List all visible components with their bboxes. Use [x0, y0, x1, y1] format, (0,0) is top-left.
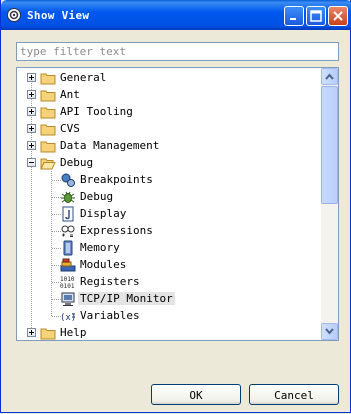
tree-item-debug[interactable]: Debug: [17, 188, 322, 205]
ok-button[interactable]: OK: [151, 384, 241, 405]
variables-icon: (x): [60, 313, 76, 323]
tree-item-label: General: [60, 71, 107, 84]
maximize-button[interactable]: [306, 6, 326, 26]
vertical-scrollbar[interactable]: [321, 68, 338, 340]
breakpoints-icon: [61, 173, 75, 187]
tree-item-debug-folder[interactable]: Debug: [17, 154, 322, 171]
show-view-dialog: Show View General: [0, 0, 351, 413]
expand-toggle[interactable]: [27, 90, 36, 99]
expand-toggle[interactable]: [27, 107, 36, 116]
tree-item-cvs[interactable]: CVS: [17, 120, 322, 137]
view-tree[interactable]: General Ant API Tooling CVS Data Managem…: [16, 67, 339, 341]
tree-item-label: Debug: [60, 156, 94, 169]
tree-item-label: Breakpoints: [80, 173, 153, 186]
gear-icon: [7, 8, 21, 22]
tree-item-data-management[interactable]: Data Management: [17, 137, 322, 154]
expand-toggle[interactable]: [27, 73, 36, 82]
collapse-toggle[interactable]: [27, 158, 36, 167]
filter-input[interactable]: [17, 43, 338, 60]
modules-icon: [60, 258, 76, 272]
tree-item-label: TCP/IP Monitor: [78, 292, 175, 305]
close-icon: [333, 11, 343, 21]
tree-item-label: API Tooling: [60, 105, 133, 118]
tree-item-label: Data Management: [60, 139, 160, 152]
tree-item-expressions[interactable]: Expressions: [17, 222, 322, 239]
tree-item-label: Memory: [80, 241, 120, 254]
tree-item-memory[interactable]: Memory: [17, 239, 322, 256]
svg-text:1010: 1010: [60, 276, 75, 283]
window-title: Show View: [27, 9, 90, 22]
registers-icon: 10100101: [60, 276, 75, 290]
expand-toggle[interactable]: [27, 328, 36, 337]
monitor-icon: [61, 292, 75, 306]
folder-icon: [40, 328, 56, 340]
chevron-down-icon: [325, 328, 334, 335]
tree-item-modules[interactable]: Modules: [17, 256, 322, 273]
tree-item-label: Modules: [80, 258, 127, 271]
tree-item-label: CVS: [60, 122, 80, 135]
tree-item-label: Ant: [60, 88, 80, 101]
tree-item-label: Display: [80, 207, 127, 220]
memory-icon: [63, 240, 73, 256]
scroll-thumb[interactable]: [321, 86, 338, 204]
folder-icon: [40, 73, 56, 85]
tree-item-registers[interactable]: 1010 0101 Registers: [17, 273, 322, 290]
scroll-up-button[interactable]: [321, 68, 338, 85]
tree-item-label: Help: [60, 326, 87, 339]
tree-item-variables[interactable]: (x) Variables: [17, 307, 322, 324]
filter-field[interactable]: [16, 42, 339, 61]
expand-toggle[interactable]: [27, 141, 36, 150]
minimize-button[interactable]: [284, 6, 304, 26]
expand-toggle[interactable]: [27, 124, 36, 133]
tree-item-api-tooling[interactable]: API Tooling: [17, 103, 322, 120]
open-folder-icon: [40, 158, 56, 170]
expressions-icon: [61, 225, 75, 237]
tree-item-label: Expressions: [80, 224, 153, 237]
folder-icon: [40, 107, 56, 119]
tree-item-label: Registers: [80, 275, 140, 288]
tree-item-ant[interactable]: Ant: [17, 86, 322, 103]
svg-text:0101: 0101: [60, 283, 75, 290]
close-button[interactable]: [328, 6, 348, 26]
title-bar[interactable]: Show View: [1, 0, 351, 30]
tree-item-display[interactable]: Display: [17, 205, 322, 222]
folder-icon: [40, 124, 56, 136]
folder-icon: [40, 90, 56, 102]
chevron-up-icon: [325, 73, 334, 80]
minimize-icon: [290, 18, 296, 20]
tree-item-label: Debug: [80, 190, 114, 203]
debug-bug-icon: [61, 191, 75, 203]
tree-item-label: Variables: [80, 309, 140, 322]
tree-item-help[interactable]: Help: [17, 324, 322, 340]
tree-item-breakpoints[interactable]: Breakpoints: [17, 171, 322, 188]
scroll-down-button[interactable]: [321, 323, 338, 340]
folder-icon: [40, 141, 56, 153]
tree-item-general[interactable]: General: [17, 69, 322, 86]
cancel-button[interactable]: Cancel: [249, 384, 339, 405]
tree-item-tcp-ip-monitor[interactable]: TCP/IP Monitor: [17, 290, 322, 307]
maximize-icon: [310, 10, 322, 22]
display-icon: [62, 206, 74, 222]
